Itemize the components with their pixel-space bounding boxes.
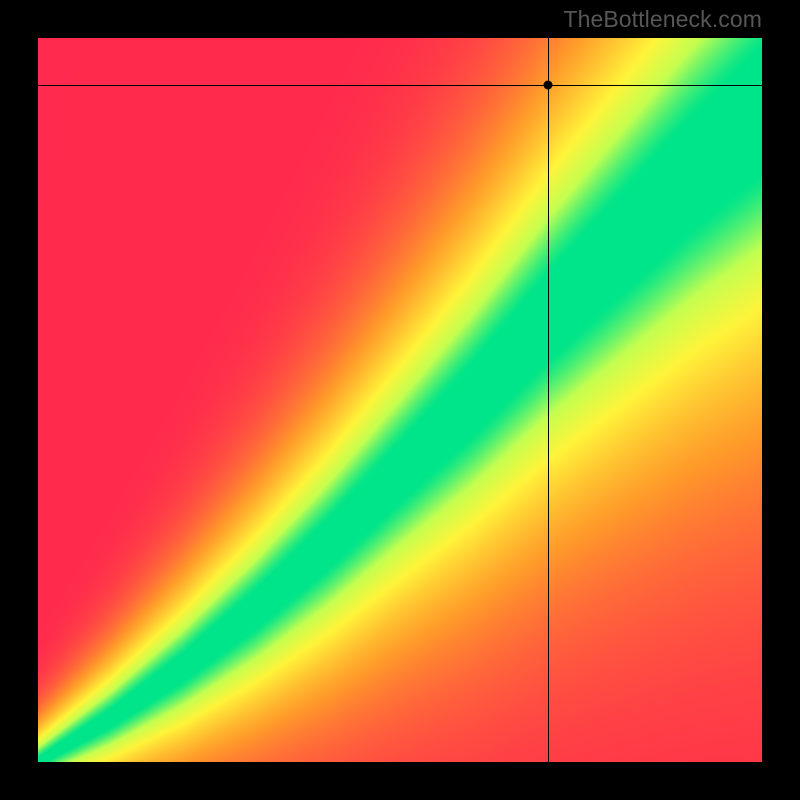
- chart-frame: TheBottleneck.com: [0, 0, 800, 800]
- heatmap-canvas: [38, 38, 762, 762]
- crosshair-dot: [543, 80, 552, 89]
- heatmap-plot: [38, 38, 762, 762]
- crosshair-horizontal: [38, 85, 762, 86]
- watermark-text: TheBottleneck.com: [563, 6, 762, 33]
- crosshair-vertical: [548, 38, 549, 762]
